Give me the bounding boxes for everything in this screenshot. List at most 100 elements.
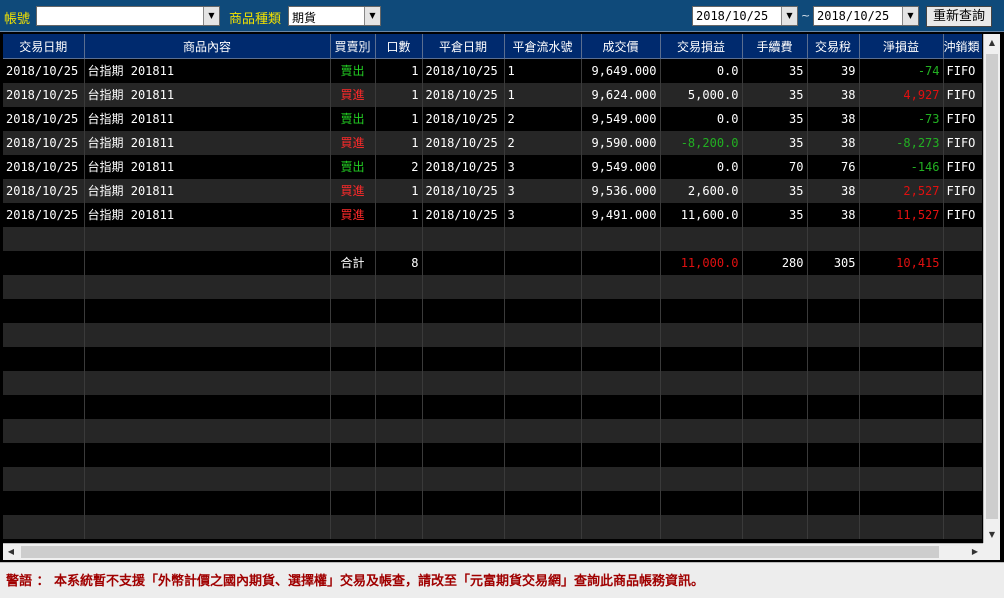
- col-header-product[interactable]: 商品內容: [84, 34, 331, 59]
- product-type-label: 商品種類: [229, 12, 282, 27]
- table-row[interactable]: 2018/10/25 台指期 201811 買進 1 2018/10/25 3 …: [3, 178, 982, 203]
- net-pnl-cell: 2,527: [859, 178, 944, 203]
- product-cell: 台指期 201811: [84, 82, 331, 107]
- date-separator: ~: [801, 9, 811, 22]
- price-cell: 9,649.000: [581, 58, 661, 83]
- scroll-corner: [983, 543, 1000, 560]
- table-row[interactable]: 2018/10/25 台指期 201811 賣出 1 2018/10/25 1 …: [3, 58, 982, 83]
- col-header-price[interactable]: 成交價: [581, 34, 661, 59]
- offset-type-cell: FIFO: [943, 154, 982, 179]
- product-cell: 台指期 201811: [84, 154, 331, 179]
- fee-cell: 70: [742, 154, 808, 179]
- empty-row: [3, 442, 982, 467]
- net-pnl-cell: 11,527: [859, 202, 944, 227]
- qty-cell: 1: [375, 106, 423, 131]
- col-header-tax[interactable]: 交易稅: [807, 34, 860, 59]
- close-seq-cell: 2: [504, 106, 582, 131]
- empty-row: [3, 418, 982, 443]
- date-to-picker[interactable]: 2018/10/25 ▼: [813, 6, 919, 26]
- col-header-close-date[interactable]: 平倉日期: [422, 34, 505, 59]
- trade-date-cell: 2018/10/25: [3, 130, 85, 155]
- total-net-pnl: 10,415: [859, 250, 944, 275]
- trade-pnl-cell: 0.0: [660, 154, 743, 179]
- trade-pnl-cell: 2,600.0: [660, 178, 743, 203]
- product-type-select[interactable]: 期貨 ▼: [288, 6, 381, 26]
- col-header-close-seq[interactable]: 平倉流水號: [504, 34, 582, 59]
- product-cell: 台指期 201811: [84, 58, 331, 83]
- qty-cell: 1: [375, 202, 423, 227]
- product-cell: 台指期 201811: [84, 130, 331, 155]
- close-date-cell: 2018/10/25: [422, 58, 505, 83]
- trade-pnl-cell: 0.0: [660, 106, 743, 131]
- chevron-down-icon[interactable]: ▼: [364, 7, 380, 25]
- col-header-offset-type[interactable]: 沖銷類: [943, 34, 982, 59]
- product-cell: 台指期 201811: [84, 178, 331, 203]
- table-row[interactable]: 2018/10/25 台指期 201811 買進 1 2018/10/25 2 …: [3, 130, 982, 155]
- chevron-down-icon[interactable]: ▼: [203, 7, 219, 25]
- trade-table: 交易日期 商品內容 買賣別 口數 平倉日期 平倉流水號 成交價 交易損益 手續費…: [3, 34, 982, 539]
- side-cell: 賣出: [330, 154, 376, 179]
- tax-cell: 39: [807, 58, 860, 83]
- empty-row: [3, 370, 982, 395]
- close-date-cell: 2018/10/25: [422, 202, 505, 227]
- date-from-value: 2018/10/25: [696, 9, 769, 23]
- requery-button[interactable]: 重新查詢: [926, 6, 992, 27]
- tax-cell: 76: [807, 154, 860, 179]
- table-row[interactable]: 2018/10/25 台指期 201811 賣出 1 2018/10/25 2 …: [3, 106, 982, 131]
- close-seq-cell: 3: [504, 202, 582, 227]
- chevron-down-icon[interactable]: ▼: [902, 7, 918, 25]
- total-qty: 8: [375, 250, 423, 275]
- qty-cell: 1: [375, 82, 423, 107]
- empty-row: [3, 226, 982, 251]
- horizontal-scroll-thumb[interactable]: [21, 546, 939, 558]
- trade-pnl-cell: -8,200.0: [660, 130, 743, 155]
- chevron-down-icon[interactable]: ▼: [781, 7, 797, 25]
- col-header-trade-date[interactable]: 交易日期: [3, 34, 85, 59]
- col-header-qty[interactable]: 口數: [375, 34, 423, 59]
- date-from-picker[interactable]: 2018/10/25 ▼: [692, 6, 798, 26]
- trade-date-cell: 2018/10/25: [3, 202, 85, 227]
- tax-cell: 38: [807, 178, 860, 203]
- arrow-right-icon[interactable]: ▶: [967, 544, 983, 560]
- arrow-left-icon[interactable]: ◀: [3, 544, 19, 560]
- close-date-cell: 2018/10/25: [422, 106, 505, 131]
- table-row[interactable]: 2018/10/25 台指期 201811 買進 1 2018/10/25 1 …: [3, 82, 982, 107]
- offset-type-cell: FIFO: [943, 202, 982, 227]
- col-header-side[interactable]: 買賣別: [330, 34, 376, 59]
- price-cell: 9,536.000: [581, 178, 661, 203]
- qty-cell: 1: [375, 130, 423, 155]
- arrow-up-icon[interactable]: ▲: [984, 34, 1000, 51]
- trade-pnl-cell: 11,600.0: [660, 202, 743, 227]
- table-row[interactable]: 2018/10/25 台指期 201811 買進 1 2018/10/25 3 …: [3, 202, 982, 227]
- empty-row: [3, 322, 982, 347]
- date-to-value: 2018/10/25: [817, 9, 890, 23]
- header-row: 交易日期 商品內容 買賣別 口數 平倉日期 平倉流水號 成交價 交易損益 手續費…: [3, 34, 982, 59]
- horizontal-scrollbar[interactable]: ◀ ▶: [3, 543, 983, 560]
- close-seq-cell: 2: [504, 130, 582, 155]
- trade-grid: 交易日期 商品內容 買賣別 口數 平倉日期 平倉流水號 成交價 交易損益 手續費…: [3, 34, 982, 543]
- product-cell: 台指期 201811: [84, 106, 331, 131]
- close-date-cell: 2018/10/25: [422, 82, 505, 107]
- col-header-fee[interactable]: 手續費: [742, 34, 808, 59]
- empty-row: [3, 394, 982, 419]
- arrow-down-icon[interactable]: ▼: [984, 526, 1000, 543]
- vertical-scroll-thumb[interactable]: [986, 54, 998, 519]
- account-select[interactable]: ▼: [36, 6, 220, 26]
- close-date-cell: 2018/10/25: [422, 130, 505, 155]
- trade-date-cell: 2018/10/25: [3, 82, 85, 107]
- trade-date-cell: 2018/10/25: [3, 106, 85, 131]
- table-row[interactable]: 2018/10/25 台指期 201811 賣出 2 2018/10/25 3 …: [3, 154, 982, 179]
- close-seq-cell: 1: [504, 58, 582, 83]
- col-header-net-pnl[interactable]: 淨損益: [859, 34, 944, 59]
- qty-cell: 1: [375, 58, 423, 83]
- vertical-scrollbar[interactable]: ▲ ▼: [983, 34, 1000, 543]
- offset-type-cell: FIFO: [943, 58, 982, 83]
- total-label: 合計: [330, 250, 376, 275]
- side-cell: 賣出: [330, 58, 376, 83]
- offset-type-cell: FIFO: [943, 178, 982, 203]
- fee-cell: 35: [742, 202, 808, 227]
- fee-cell: 35: [742, 82, 808, 107]
- tax-cell: 38: [807, 82, 860, 107]
- col-header-trade-pnl[interactable]: 交易損益: [660, 34, 743, 59]
- offset-type-cell: FIFO: [943, 106, 982, 131]
